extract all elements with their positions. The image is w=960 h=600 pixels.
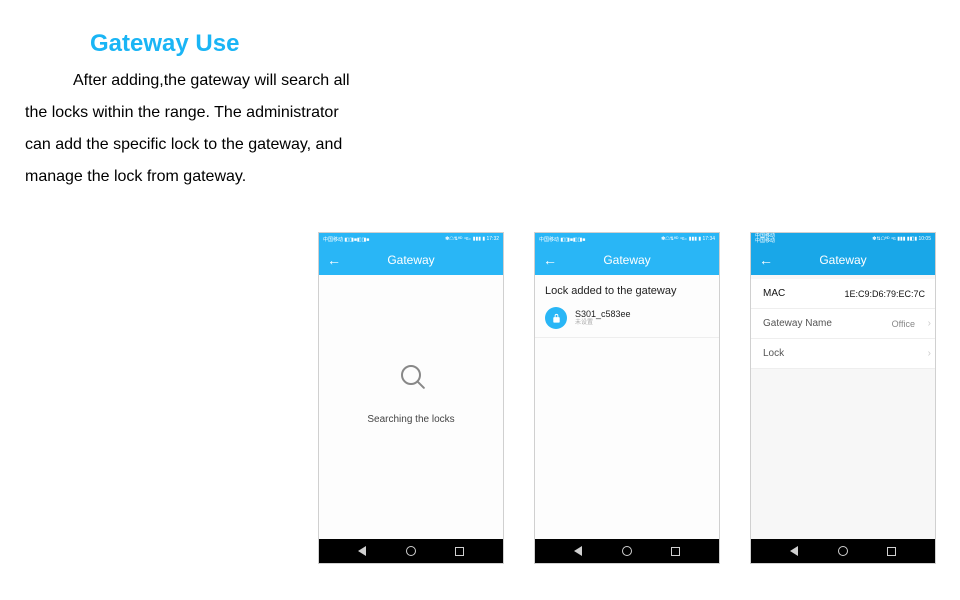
search-icon [401,365,421,385]
list-subheader: Lock added to the gateway [535,275,719,303]
status-right: ✽☖⇅ᴴᴰ ⁴ɢ₊ ▮▮▮ ▮ 17:34 [661,236,715,242]
phone-gateway-detail: 中国移动 中国移动 ✽⇅☖ᴴᴰ ⁴ɢ ▮▮▮ ▮◧▮ 10:05 ← Gatew… [750,232,936,564]
lock-subtext: 未设置 [575,320,631,327]
nav-recent-icon[interactable] [887,547,896,556]
detail-row-lock[interactable]: Lock › [751,339,935,369]
title-bar: ← Gateway [319,245,503,275]
status-left: 中国移动 ◧◨■◧◨■ [539,236,585,243]
nav-back-icon[interactable] [790,546,798,556]
nav-back-icon[interactable] [358,546,366,556]
gateway-name-label: Gateway Name [763,318,832,329]
back-icon[interactable]: ← [327,253,341,267]
phone-lock-added: 中国移动 ◧◨■◧◨■ ✽☖⇅ᴴᴰ ⁴ɢ₊ ▮▮▮ ▮ 17:34 ← Gate… [534,232,720,564]
detail-row-gateway-name[interactable]: Gateway Name Office › [751,309,935,339]
chevron-right-icon: › [928,348,931,359]
screen-title: Gateway [535,253,719,267]
nav-recent-icon[interactable] [455,547,464,556]
detail-row-mac: MAC 1E:C9:D6:79:EC:7C [751,279,935,309]
title-bar: ← Gateway [535,245,719,275]
searching-text: Searching the locks [319,414,503,425]
gateway-name-value: Office [892,319,925,329]
nav-home-icon[interactable] [838,546,848,556]
status-right: ✽⇅☖ᴴᴰ ⁴ɢ ▮▮▮ ▮◧▮ 10:05 [872,236,931,242]
status-bar: 中国移动 ◧◨■◧◨■ ✽☖⇅ᴴᴰ ⁴ɢ₊ ▮▮▮ ▮ 17:32 [319,233,503,245]
lock-list-item[interactable]: S301_c583ee 未设置 [535,303,719,338]
status-bar: 中国移动 中国移动 ✽⇅☖ᴴᴰ ⁴ɢ ▮▮▮ ▮◧▮ 10:05 [751,233,935,245]
android-nav-bar [751,539,935,563]
section-description: After adding,the gateway will search all… [25,65,355,193]
phone-screenshots-row: 中国移动 ◧◨■◧◨■ ✽☖⇅ᴴᴰ ⁴ɢ₊ ▮▮▮ ▮ 17:32 ← Gate… [318,232,936,564]
nav-home-icon[interactable] [406,546,416,556]
status-bar: 中国移动 ◧◨■◧◨■ ✽☖⇅ᴴᴰ ⁴ɢ₊ ▮▮▮ ▮ 17:34 [535,233,719,245]
screen-content: MAC 1E:C9:D6:79:EC:7C Gateway Name Offic… [751,275,935,539]
screen-title: Gateway [319,253,503,267]
searching-block: Searching the locks [319,365,503,425]
screen-content: Searching the locks [319,275,503,539]
mac-label: MAC [763,288,785,299]
back-icon[interactable]: ← [543,253,557,267]
lock-info: S301_c583ee 未设置 [575,309,631,326]
lock-label: Lock [763,348,784,359]
status-right: ✽☖⇅ᴴᴰ ⁴ɢ₊ ▮▮▮ ▮ 17:32 [445,236,499,242]
title-bar: ← Gateway [751,245,935,275]
mac-value: 1E:C9:D6:79:EC:7C [844,289,925,299]
nav-home-icon[interactable] [622,546,632,556]
detail-list: MAC 1E:C9:D6:79:EC:7C Gateway Name Offic… [751,275,935,369]
lock-name: S301_c583ee [575,309,631,319]
nav-back-icon[interactable] [574,546,582,556]
phone-searching: 中国移动 ◧◨■◧◨■ ✽☖⇅ᴴᴰ ⁴ɢ₊ ▮▮▮ ▮ 17:32 ← Gate… [318,232,504,564]
screen-content: Lock added to the gateway S301_c583ee 未设… [535,275,719,539]
android-nav-bar [535,539,719,563]
nav-recent-icon[interactable] [671,547,680,556]
lock-icon [545,307,567,329]
status-left: 中国移动 ◧◨■◧◨■ [323,236,369,243]
screen-title: Gateway [751,253,935,267]
chevron-right-icon: › [928,318,931,329]
status-left: 中国移动 中国移动 [755,234,775,244]
back-icon[interactable]: ← [759,253,773,267]
section-heading: Gateway Use [90,30,239,58]
android-nav-bar [319,539,503,563]
description-text: After adding,the gateway will search all… [25,72,350,185]
